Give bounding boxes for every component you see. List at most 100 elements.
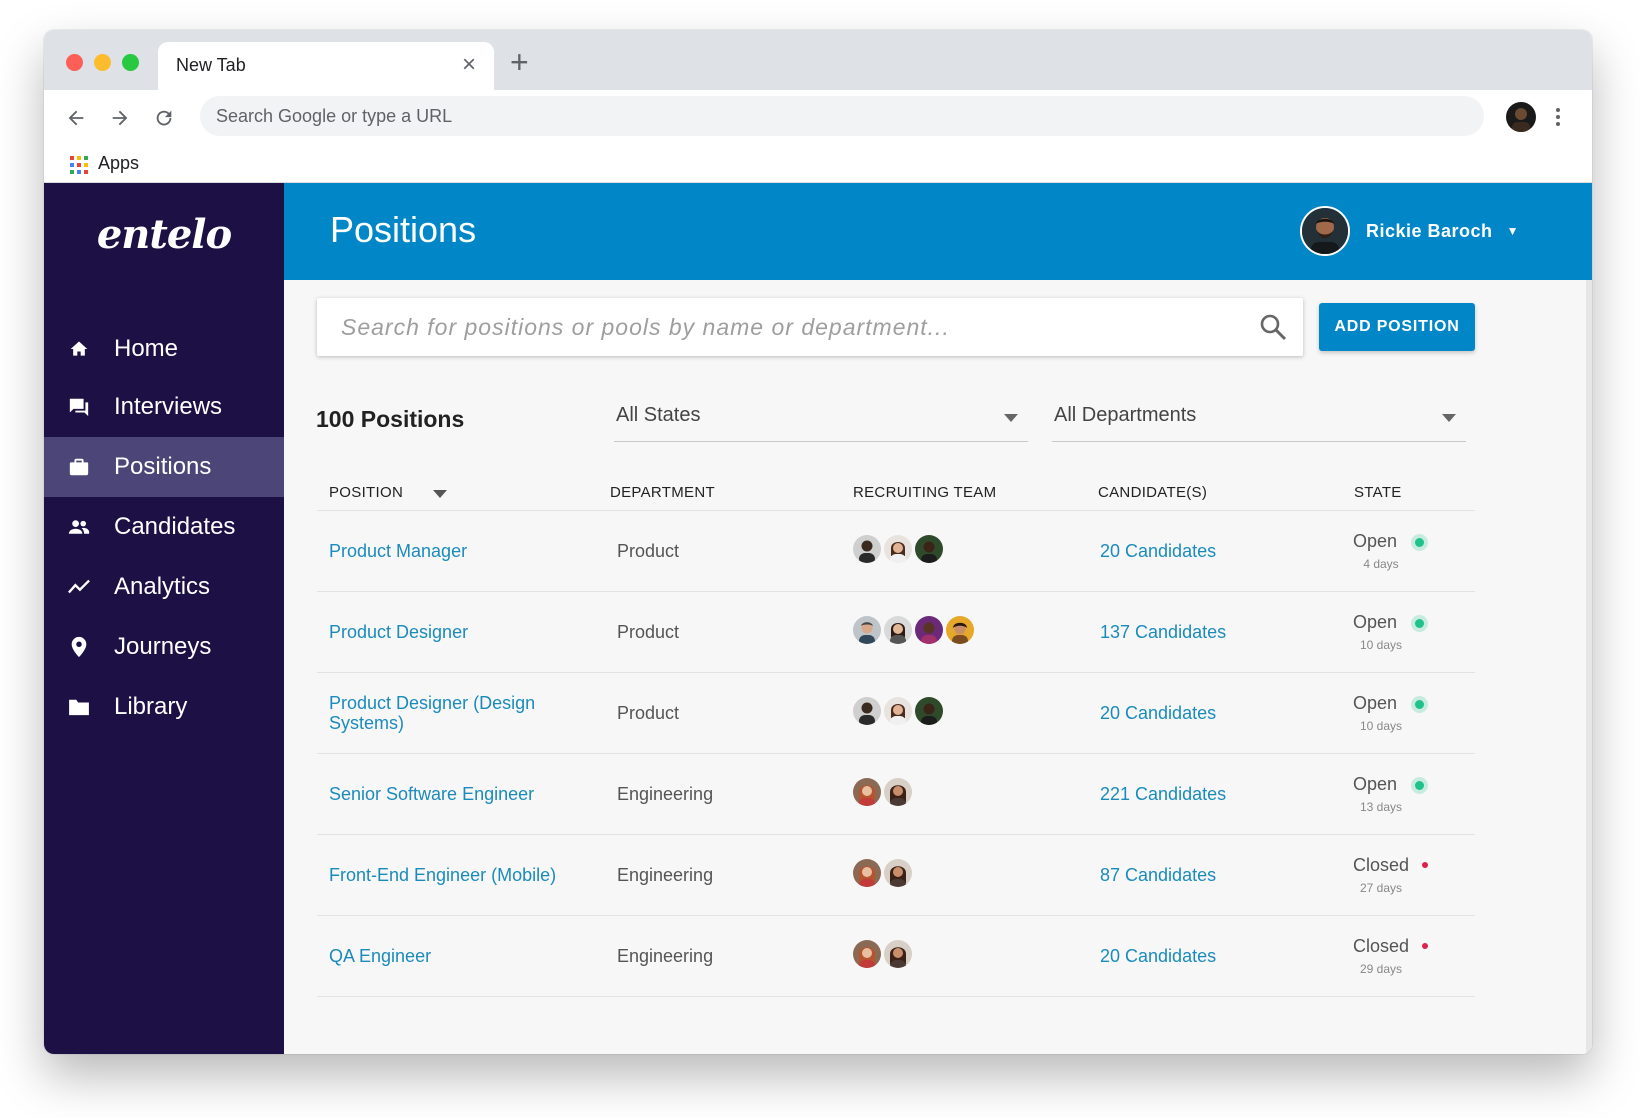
department-cell: Product [617,702,680,723]
state-label: Closed [1353,936,1410,956]
profile-avatar-icon[interactable] [1506,102,1536,132]
scrollbar[interactable] [1586,280,1592,1054]
closed-status-dot [1422,943,1428,949]
address-bar[interactable] [200,96,1484,136]
apps-grid-icon[interactable] [70,156,88,174]
position-link[interactable]: Senior Software Engineer [329,784,534,804]
avatar[interactable] [946,616,974,644]
recruiting-team [853,616,977,644]
table-row[interactable]: Product Designer Product 137 Candidates … [317,592,1475,673]
apps-bookmark[interactable]: Apps [98,153,139,174]
page-title: Positions [330,209,477,250]
sort-chevron-down-icon[interactable] [433,490,447,498]
department-cell: Engineering [617,783,714,804]
open-status-dot [1415,538,1424,547]
column-header-department: DEPARTMENT [610,484,715,501]
sidebar: entelo Home Interviews Positions Candida… [44,183,284,1054]
search-input[interactable] [317,298,1237,356]
avatar[interactable] [915,616,943,644]
candidates-link[interactable]: 20 Candidates [1100,541,1216,562]
close-window-button[interactable] [66,54,83,71]
sidebar-item-label: Analytics [114,573,211,600]
avatar[interactable] [884,940,912,968]
tab-strip: New Tab × + [44,30,1592,90]
sidebar-item-home[interactable]: Home [44,319,284,379]
avatar[interactable] [853,940,881,968]
browser-window: New Tab × + Apps en [44,30,1592,1054]
sidebar-item-candidates[interactable]: Candidates [44,497,284,557]
avatar[interactable] [884,859,912,887]
closed-status-dot [1422,862,1428,868]
positions-table: POSITION DEPARTMENT RECRUITING TEAM CAND… [317,470,1475,997]
browser-toolbar [44,90,1592,146]
sidebar-item-analytics[interactable]: Analytics [44,557,284,617]
sidebar-item-label: Interviews [114,393,223,420]
back-icon[interactable] [58,100,94,136]
avatar[interactable] [853,697,881,725]
position-link[interactable]: Product Designer [329,622,468,642]
avatar[interactable] [853,778,881,806]
briefcase-icon [68,456,90,478]
avatar[interactable] [915,535,943,563]
state-filter-select[interactable]: All States [614,392,1028,442]
search-icon[interactable] [1259,313,1287,341]
position-link[interactable]: QA Engineer [329,946,431,966]
user-menu[interactable]: Rickie Baroch ▼ [1300,205,1518,257]
avatar[interactable] [853,616,881,644]
avatar[interactable] [853,859,881,887]
state-age: 10 days [1359,719,1403,733]
avatar[interactable] [884,535,912,563]
avatar[interactable] [884,778,912,806]
state-age: 29 days [1359,962,1403,976]
more-menu-icon[interactable] [1548,102,1568,132]
sidebar-item-interviews[interactable]: Interviews [44,377,284,437]
department-filter-select[interactable]: All Departments [1052,392,1466,442]
candidates-link[interactable]: 137 Candidates [1100,622,1226,643]
column-header-candidates: CANDIDATE(S) [1098,484,1208,501]
new-tab-button[interactable]: + [510,44,529,81]
table-header: POSITION DEPARTMENT RECRUITING TEAM CAND… [317,470,1475,511]
avatar[interactable] [884,616,912,644]
add-position-button[interactable]: ADD POSITION [1319,303,1475,351]
position-link[interactable]: Product Designer (Design Systems) [329,693,559,733]
avatar[interactable] [915,697,943,725]
state-age: 27 days [1359,881,1403,895]
column-header-position[interactable]: POSITION [329,484,403,501]
close-tab-icon[interactable]: × [462,51,476,79]
minimize-window-button[interactable] [94,54,111,71]
sidebar-item-library[interactable]: Library [44,677,284,737]
main-content: ADD POSITION 100 Positions All States Al… [284,280,1592,1054]
chevron-down-icon [1442,414,1456,422]
recruiting-team [853,778,915,806]
candidates-link[interactable]: 20 Candidates [1100,946,1216,967]
sidebar-item-label: Home [114,335,179,362]
table-row[interactable]: Product Designer (Design Systems) Produc… [317,673,1475,754]
people-icon [68,516,90,538]
table-row[interactable]: Senior Software Engineer Engineering 221… [317,754,1475,835]
avatar[interactable] [853,535,881,563]
avatar[interactable] [884,697,912,725]
column-header-state: STATE [1354,484,1402,501]
entelo-logo[interactable]: entelo [44,211,284,258]
candidates-link[interactable]: 87 Candidates [1100,865,1216,886]
maximize-window-button[interactable] [122,54,139,71]
recruiting-team [853,697,946,725]
table-row[interactable]: Front-End Engineer (Mobile) Engineering … [317,835,1475,916]
position-link[interactable]: Product Manager [329,541,467,561]
state-label: Closed [1353,855,1410,875]
sidebar-item-journeys[interactable]: Journeys [44,617,284,677]
browser-tab[interactable]: New Tab × [158,42,494,90]
table-row[interactable]: Product Manager Product 20 Candidates Op… [317,511,1475,592]
table-row[interactable]: QA Engineer Engineering 20 Candidates Cl… [317,916,1475,997]
sidebar-item-positions[interactable]: Positions [44,437,284,497]
chevron-down-icon: ▼ [1506,224,1519,238]
column-header-recruiting-team: RECRUITING TEAM [853,484,997,501]
reload-icon[interactable] [146,100,182,136]
sidebar-item-label: Library [114,693,188,720]
open-status-dot [1415,619,1424,628]
sidebar-item-label: Candidates [114,513,236,540]
position-link[interactable]: Front-End Engineer (Mobile) [329,865,556,885]
candidates-link[interactable]: 221 Candidates [1100,784,1226,805]
candidates-link[interactable]: 20 Candidates [1100,703,1216,724]
forward-icon[interactable] [102,100,138,136]
